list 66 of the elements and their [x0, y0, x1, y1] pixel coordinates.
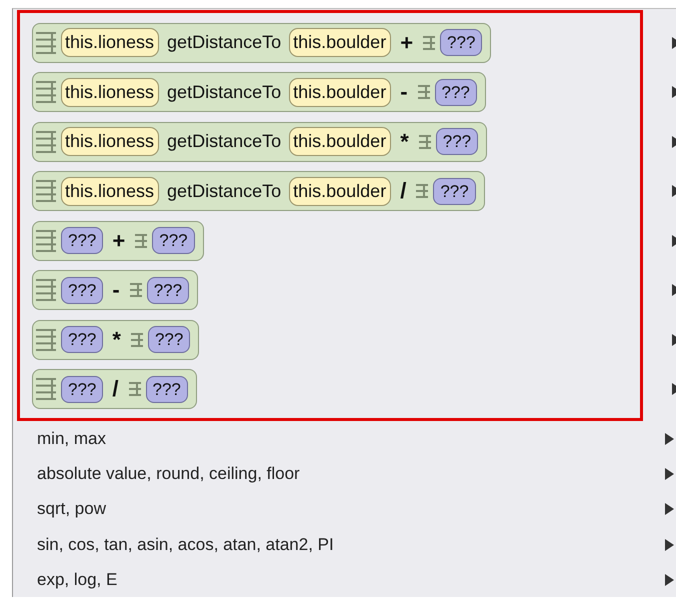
- connector-icon: [35, 179, 57, 204]
- expression-block[interactable]: this.lioness getDistanceTo this.boulder / ???: [32, 171, 485, 212]
- submenu-arrow-icon: [665, 503, 674, 516]
- placeholder-tile: ???: [152, 227, 195, 254]
- menu-item[interactable]: min, max: [37, 426, 106, 452]
- placeholder-tile: ???: [61, 276, 104, 304]
- submenu-arrow-icon: [665, 574, 674, 586]
- connector-icon: [35, 130, 57, 154]
- object-tile: this.boulder: [289, 28, 392, 58]
- object-tile: this.lioness: [61, 28, 160, 58]
- menu-item[interactable]: sin, cos, tan, asin, acos, atan, atan2, PI: [37, 532, 334, 558]
- method-label: getDistanceTo: [166, 180, 282, 203]
- expression-block[interactable]: this.lioness getDistanceTo this.boulder - ???: [32, 72, 486, 112]
- operator-label: *: [399, 130, 410, 153]
- connector-icon: [128, 381, 142, 398]
- operator-label: *: [111, 328, 122, 351]
- placeholder-tile: ???: [436, 128, 478, 156]
- connector-icon: [422, 34, 436, 51]
- connector-icon: [416, 84, 431, 100]
- object-tile: this.boulder: [289, 127, 392, 156]
- operator-label: -: [399, 81, 409, 104]
- connector-icon: [35, 328, 57, 352]
- connector-icon: [35, 80, 57, 104]
- placeholder-tile: ???: [61, 227, 104, 254]
- connector-icon: [35, 228, 57, 253]
- submenu-arrow-icon: [665, 538, 674, 551]
- placeholder-tile: ???: [61, 376, 104, 403]
- submenu-arrow-icon: [665, 468, 674, 480]
- connector-icon: [35, 30, 57, 55]
- expression-block[interactable]: ??? - ???: [32, 270, 198, 310]
- method-label: getDistanceTo: [166, 80, 282, 104]
- placeholder-tile: ???: [434, 78, 477, 106]
- operator-label: +: [399, 32, 414, 54]
- object-tile: this.boulder: [289, 176, 392, 206]
- object-tile: this.lioness: [61, 127, 160, 156]
- expression-block[interactable]: ??? / ???: [32, 369, 197, 410]
- expression-block[interactable]: this.lioness getDistanceTo this.boulder + ???: [32, 22, 492, 63]
- object-tile: this.boulder: [289, 78, 392, 107]
- placeholder-tile: ???: [61, 326, 104, 354]
- operator-label: /: [111, 378, 120, 400]
- connector-icon: [130, 332, 144, 348]
- menu-item[interactable]: absolute value, round, ceiling, floor: [37, 461, 300, 487]
- object-tile: this.lioness: [61, 176, 160, 206]
- submenu-arrow-icon: [665, 432, 674, 445]
- method-label: getDistanceTo: [166, 31, 282, 54]
- placeholder-tile: ???: [148, 326, 190, 354]
- operator-label: -: [111, 279, 121, 302]
- connector-icon: [134, 232, 148, 249]
- object-tile: this.lioness: [61, 78, 160, 107]
- menu-item[interactable]: sqrt, pow: [37, 496, 106, 522]
- operator-label: /: [399, 180, 408, 202]
- connector-icon: [35, 278, 57, 302]
- placeholder-tile: ???: [146, 376, 188, 403]
- operator-label: +: [111, 230, 126, 252]
- placeholder-tile: ???: [146, 276, 190, 304]
- menu-item[interactable]: exp, log, E: [37, 567, 118, 593]
- method-label: getDistanceTo: [166, 130, 282, 154]
- connector-icon: [128, 282, 143, 298]
- expression-block[interactable]: ??? + ???: [32, 220, 204, 261]
- connector-icon: [418, 134, 432, 150]
- placeholder-tile: ???: [440, 29, 482, 56]
- connector-icon: [35, 377, 57, 402]
- placeholder-tile: ???: [433, 178, 476, 205]
- expression-block[interactable]: ??? * ???: [32, 320, 200, 360]
- connector-icon: [415, 183, 430, 200]
- expression-block[interactable]: this.lioness getDistanceTo this.boulder * ???: [32, 122, 488, 162]
